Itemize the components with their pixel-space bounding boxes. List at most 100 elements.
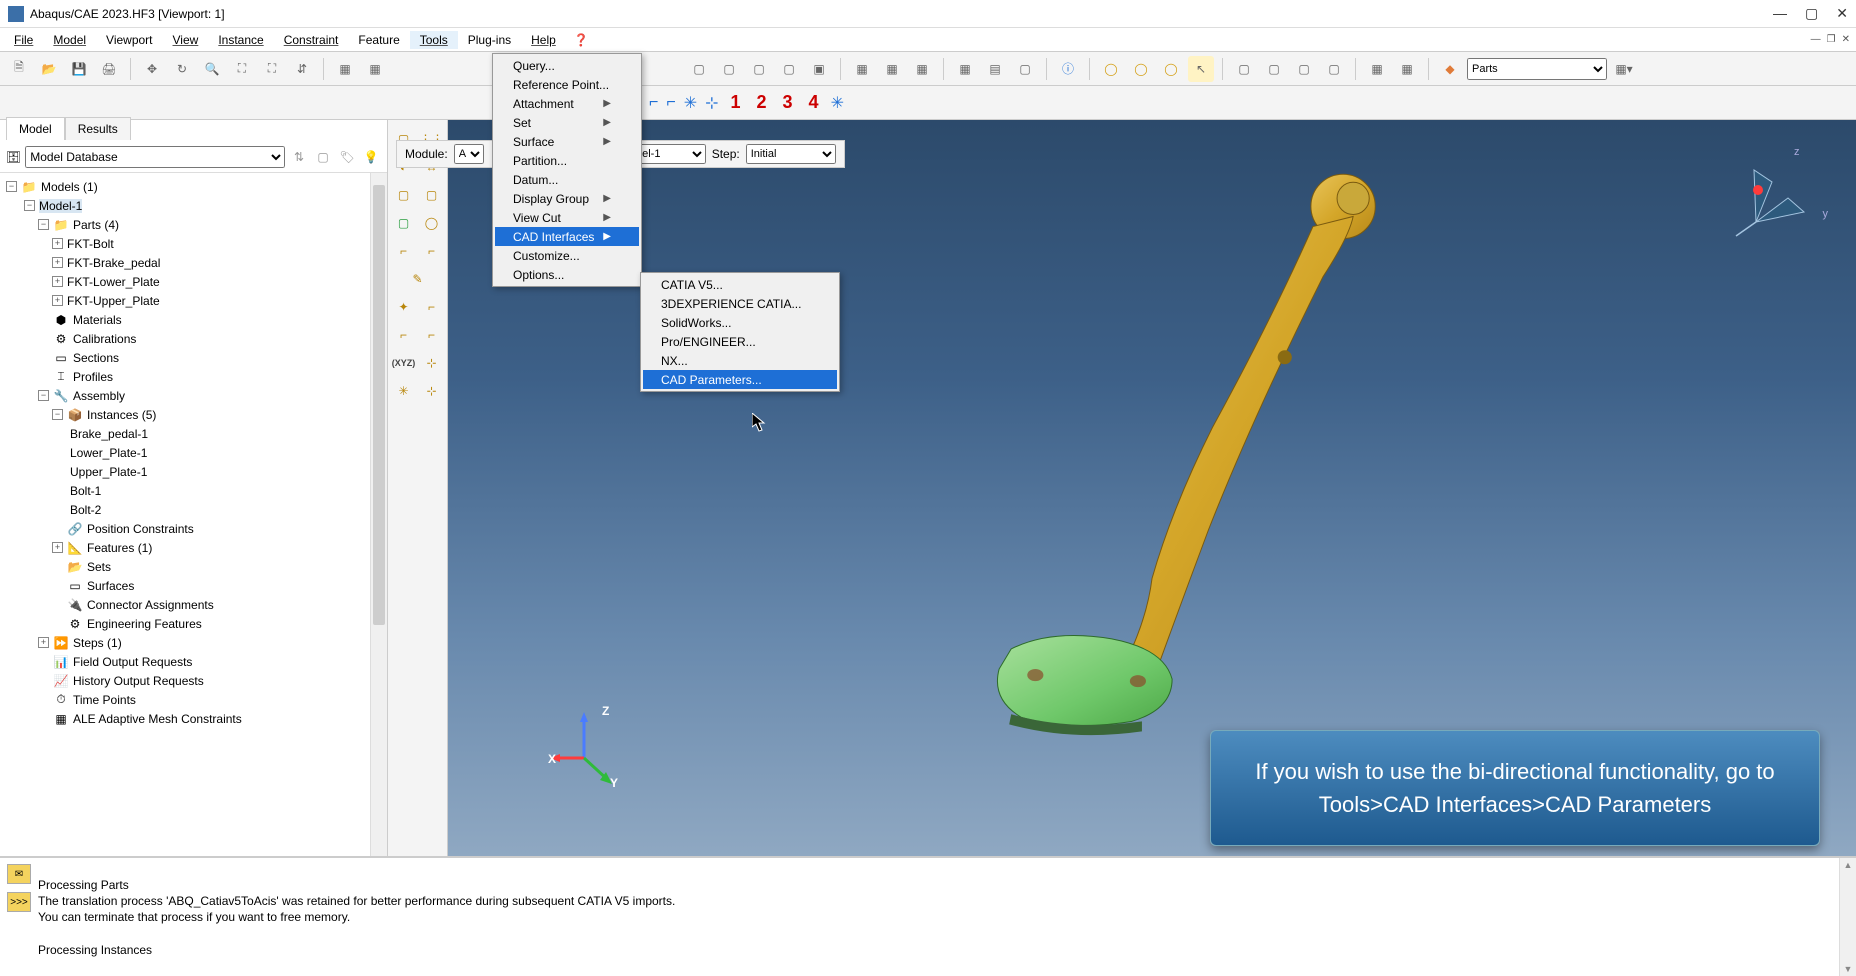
menu-query[interactable]: Query...	[495, 56, 639, 75]
submenu-solidworks[interactable]: SolidWorks...	[643, 313, 837, 332]
persp1-icon[interactable]: ▦	[849, 56, 875, 82]
tree-materials[interactable]: Materials	[73, 313, 122, 327]
tree-upper-plate-1[interactable]: Upper_Plate-1	[70, 465, 147, 479]
menu-model[interactable]: Model	[43, 31, 96, 49]
menu-help[interactable]: Help	[521, 31, 566, 49]
vis3-icon[interactable]: ▢	[1291, 56, 1317, 82]
tree-fkt-upper[interactable]: FKT-Upper_Plate	[67, 294, 160, 308]
menu-file[interactable]: File	[4, 31, 43, 49]
submenu-nx[interactable]: NX...	[643, 351, 837, 370]
module-selector[interactable]: A	[454, 144, 484, 164]
vis1-icon[interactable]: ▢	[1231, 56, 1257, 82]
info-icon[interactable]: ⓘ	[1055, 56, 1081, 82]
tool-15[interactable]: ⊹	[419, 378, 445, 404]
coord-num-4[interactable]: 4	[805, 92, 823, 113]
database-selector[interactable]: Model Database	[25, 146, 285, 168]
zoom-box-icon[interactable]: ⛶	[229, 56, 255, 82]
tree-sections[interactable]: Sections	[73, 351, 119, 365]
context-help-icon[interactable]: ❓	[574, 33, 589, 47]
tree-connector[interactable]: Connector Assignments	[87, 598, 214, 612]
tree-field-output[interactable]: Field Output Requests	[73, 655, 192, 669]
tree-models[interactable]: Models (1)	[41, 180, 98, 194]
menu-display-group[interactable]: Display Group▶	[495, 189, 639, 208]
menu-datum[interactable]: Datum...	[495, 170, 639, 189]
tree-fkt-lower[interactable]: FKT-Lower_Plate	[67, 275, 160, 289]
tab-model[interactable]: Model	[6, 117, 65, 140]
cube-icon[interactable]: ▣	[806, 56, 832, 82]
coord-num-1[interactable]: 1	[727, 92, 745, 113]
submenu-3dexperience-catia[interactable]: 3DEXPERIENCE CATIA...	[643, 294, 837, 313]
tool-13[interactable]: ⊹	[419, 350, 445, 376]
tool-11[interactable]: ⌐	[419, 322, 445, 348]
menu-partition[interactable]: Partition...	[495, 151, 639, 170]
vis4-icon[interactable]: ▢	[1321, 56, 1347, 82]
tree-eng-features[interactable]: Engineering Features	[87, 617, 202, 631]
mdi-minimize[interactable]: —	[1811, 34, 1821, 45]
tree-history-output[interactable]: History Output Requests	[73, 674, 204, 688]
tool-5[interactable]: ⌐	[391, 238, 417, 264]
console-cli-icon[interactable]: >>>	[7, 892, 31, 912]
menu-view[interactable]: View	[163, 31, 209, 49]
grid2-icon[interactable]: ▦	[362, 56, 388, 82]
tool-10[interactable]: ⌐	[391, 322, 417, 348]
menu-constraint[interactable]: Constraint	[274, 31, 349, 49]
rotate-icon[interactable]: ↻	[169, 56, 195, 82]
axis-icon-3[interactable]: ✳	[684, 93, 697, 113]
menu-cad-interfaces[interactable]: CAD Interfaces▶	[495, 227, 639, 246]
model-tree[interactable]: −📁Models (1) −Model-1 −📁Parts (4) +FKT-B…	[0, 173, 387, 732]
db-filter-icon[interactable]: ⇅	[289, 147, 309, 167]
tool-8[interactable]: ✦	[391, 294, 417, 320]
coord-num-3[interactable]: 3	[779, 92, 797, 113]
coord-num-2[interactable]: 2	[753, 92, 771, 113]
zoom-icon[interactable]: 🔍	[199, 56, 225, 82]
axis-icon-2[interactable]: ⌐	[666, 94, 675, 112]
color-icon[interactable]: ◆	[1437, 56, 1463, 82]
cube-drop-icon[interactable]: ▦▾	[1611, 56, 1637, 82]
tree-model-1[interactable]: Model-1	[39, 199, 82, 213]
tree-assembly[interactable]: Assembly	[73, 389, 125, 403]
console-scrollbar[interactable]: ▲▼	[1839, 858, 1856, 976]
tree-surfaces[interactable]: Surfaces	[87, 579, 134, 593]
tree-sets[interactable]: Sets	[87, 560, 111, 574]
tool-7[interactable]: ✎	[405, 266, 431, 292]
menu-customize[interactable]: Customize...	[495, 246, 639, 265]
tool-6[interactable]: ⌐	[419, 238, 445, 264]
compass[interactable]: z y	[1716, 150, 1816, 250]
axis-icon-4[interactable]: ⊹	[705, 93, 718, 113]
minimize-button[interactable]: —	[1773, 5, 1787, 22]
tool-3[interactable]: ▢	[391, 210, 417, 236]
tree-parts[interactable]: Parts (4)	[73, 218, 119, 232]
parts-selector[interactable]: Parts	[1467, 58, 1607, 80]
shade2-icon[interactable]: ▢	[716, 56, 742, 82]
open-file-icon[interactable]: 📂	[36, 56, 62, 82]
menu-feature[interactable]: Feature	[348, 31, 409, 49]
tool-14[interactable]: ✳	[391, 378, 417, 404]
persp3-icon[interactable]: ▦	[909, 56, 935, 82]
save-icon[interactable]: 💾	[66, 56, 92, 82]
mdi-restore[interactable]: ❐	[1827, 34, 1836, 45]
assy2-icon[interactable]: ▦	[1394, 56, 1420, 82]
mdi-close[interactable]: ✕	[1842, 34, 1850, 45]
menu-tools[interactable]: Tools	[410, 31, 458, 49]
tree-brake-pedal-1[interactable]: Brake_pedal-1	[70, 427, 148, 441]
menu-plugins[interactable]: Plug-ins	[458, 31, 521, 49]
grid-icon[interactable]: ▦	[332, 56, 358, 82]
3d-viewport[interactable]: Z X Y z y If you wish to use the bi-dire…	[448, 120, 1856, 856]
cycle-icon[interactable]: ⇵	[289, 56, 315, 82]
persp2-icon[interactable]: ▦	[879, 56, 905, 82]
tree-steps[interactable]: Steps (1)	[73, 636, 122, 650]
tab-results[interactable]: Results	[65, 117, 131, 140]
axis-icon-1[interactable]: ⌐	[649, 94, 658, 112]
menu-set[interactable]: Set▶	[495, 113, 639, 132]
db-tag-icon[interactable]: 🏷	[337, 147, 357, 167]
shade3-icon[interactable]: ▢	[746, 56, 772, 82]
print-icon[interactable]: 🖨	[96, 56, 122, 82]
tree-bolt-1[interactable]: Bolt-1	[70, 484, 101, 498]
tool-2[interactable]: ▢	[419, 182, 445, 208]
tree-fkt-brake[interactable]: FKT-Brake_pedal	[67, 256, 160, 270]
layer-icon[interactable]: ▤	[982, 56, 1008, 82]
close-button[interactable]: ✕	[1836, 5, 1848, 22]
db-new-icon[interactable]: ▢	[313, 147, 333, 167]
tool-4[interactable]: ◯	[419, 210, 445, 236]
fit-icon[interactable]: ⛶	[259, 56, 285, 82]
